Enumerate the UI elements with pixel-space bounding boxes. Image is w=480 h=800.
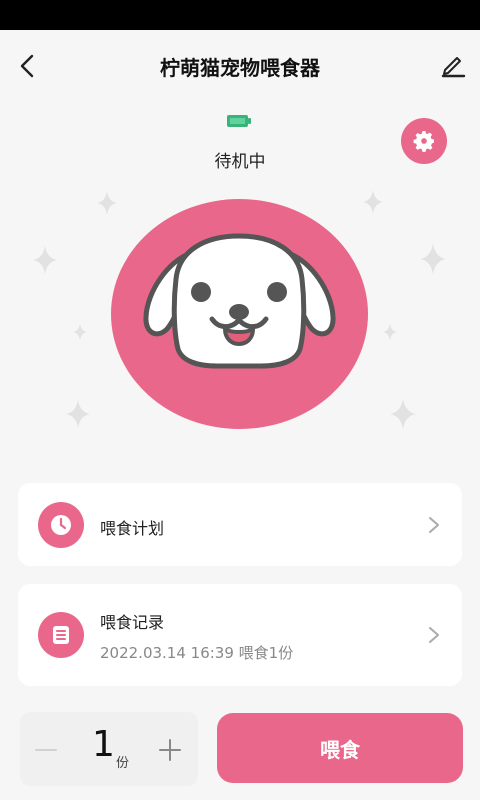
feeding-record-card[interactable]: 喂食记录 2022.03.14 16:39 喂食1份	[18, 584, 462, 686]
card-icon	[38, 612, 84, 658]
feed-button[interactable]: 喂食	[217, 713, 463, 783]
feeding-plan-label: 喂食计划	[100, 519, 165, 538]
minus-icon	[35, 749, 57, 751]
last-feeding-info: 2022.03.14 16:39 喂食1份	[100, 644, 294, 662]
portion-quantity: 1	[92, 724, 115, 765]
battery-icon	[227, 115, 251, 127]
portion-stepper: 1 份	[20, 712, 198, 786]
portion-unit: 份	[116, 756, 130, 771]
battery-indicator	[226, 113, 252, 129]
header: 柠萌猫宠物喂食器	[0, 30, 480, 102]
dog-face-icon	[143, 233, 336, 369]
edit-button[interactable]	[440, 52, 466, 78]
sparkle-icon	[390, 398, 416, 430]
sparkle-icon	[383, 323, 397, 341]
status-bar	[0, 0, 480, 30]
sparkle-icon	[97, 191, 117, 215]
chevron-right-icon	[429, 627, 439, 643]
sparkle-icon	[66, 399, 90, 429]
clock-icon	[51, 515, 71, 535]
sparkle-icon	[363, 190, 383, 214]
pencil-icon	[441, 57, 466, 78]
list-icon	[53, 626, 69, 644]
page-title: 柠萌猫宠物喂食器	[160, 56, 320, 80]
sparkle-icon	[73, 323, 87, 341]
gear-icon	[413, 131, 434, 152]
plus-icon	[159, 739, 181, 761]
sparkle-icon	[420, 243, 446, 275]
settings-button[interactable]	[401, 118, 447, 164]
device-avatar	[111, 199, 368, 429]
decrease-button[interactable]	[34, 738, 58, 762]
feeding-record-label: 喂食记录	[100, 613, 165, 632]
card-icon	[38, 502, 84, 548]
chevron-right-icon	[429, 517, 439, 533]
sparkle-icon	[33, 245, 57, 275]
feeding-plan-card[interactable]: 喂食计划	[18, 483, 462, 566]
increase-button[interactable]	[158, 738, 182, 762]
